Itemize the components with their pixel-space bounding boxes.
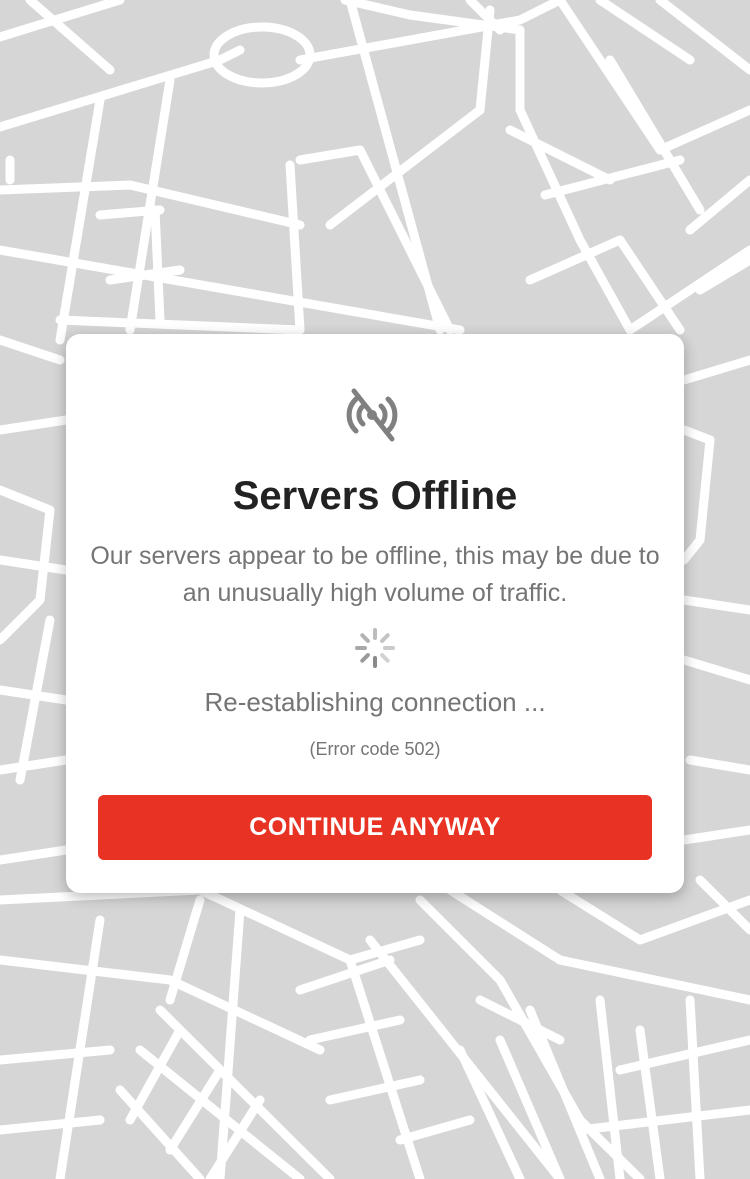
server-offline-dialog: Servers Offline Our servers appear to be… — [66, 334, 684, 893]
dialog-title: Servers Offline — [232, 474, 518, 518]
continue-anyway-button[interactable]: CONTINUE ANYWAY — [98, 795, 652, 860]
error-code-label: (Error code 502) — [309, 739, 441, 759]
dialog-message: Our servers appear to be offline, this m… — [90, 542, 660, 607]
loading-spinner-icon — [353, 626, 397, 670]
signal-off-icon — [342, 387, 402, 443]
app-screen: Servers Offline Our servers appear to be… — [0, 0, 750, 1179]
connection-status: Re-establishing connection ... — [204, 687, 546, 717]
